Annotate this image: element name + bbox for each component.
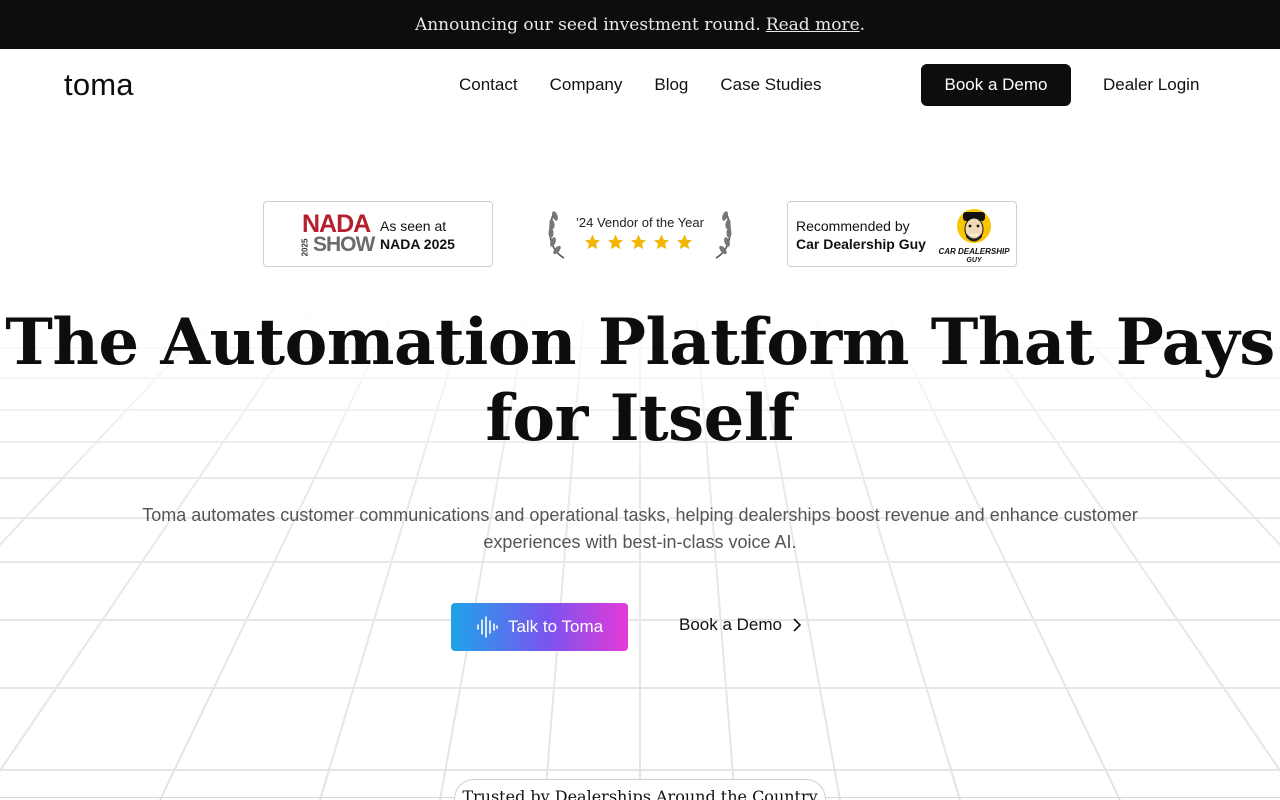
dealer-login-link[interactable]: Dealer Login <box>1103 75 1199 95</box>
cdg-badge-line1: Recommended by <box>796 218 910 234</box>
toma-logo[interactable]: toma <box>64 67 134 103</box>
cdg-badge-line2: Car Dealership Guy <box>796 236 926 252</box>
laurel-left-icon <box>548 211 565 259</box>
star-icon <box>585 234 600 250</box>
star-rating <box>583 233 694 251</box>
hero-subtitle-line1: Toma automates customer communications a… <box>142 505 1138 525</box>
voice-waveform-icon <box>477 616 498 638</box>
announcement-suffix: . <box>859 14 866 35</box>
nada-badge-text: As seen at NADA 2025 <box>380 217 455 253</box>
nada-badge-line2: NADA 2025 <box>380 236 455 252</box>
book-demo-button[interactable]: Book a Demo <box>921 64 1071 106</box>
top-nav: toma Contact Company Blog Case Studies B… <box>0 49 1280 121</box>
hero-book-demo-button[interactable]: Book a Demo <box>679 615 802 635</box>
talk-to-toma-label: Talk to Toma <box>507 617 604 636</box>
nav-link-blog[interactable]: Blog <box>654 75 688 95</box>
announcement-text: Announcing our seed investment round. <box>414 14 761 35</box>
car-dealership-guy-badge: Recommended by Car Dealership Guy CAR DE… <box>787 201 1017 267</box>
vendor-award-title: ’24 Vendor of the Year <box>576 215 704 230</box>
nav-link-case-studies[interactable]: Case Studies <box>720 75 821 95</box>
hero-subtitle-line2: experiences with best-in-class voice AI. <box>483 532 797 552</box>
star-icon <box>654 234 669 250</box>
read-more-link[interactable]: Read more <box>766 15 860 35</box>
talk-to-toma-button[interactable]: Talk to Toma <box>451 603 628 651</box>
nav-links: Contact Company Blog Case Studies <box>459 75 822 95</box>
hero-book-demo-label: Book a Demo <box>679 615 782 634</box>
chevron-right-icon <box>793 618 802 632</box>
hero-title-line2: for Itself <box>485 381 795 456</box>
cdg-badge-text: Recommended by Car Dealership Guy <box>796 217 926 253</box>
nada-badge-line1: As seen at <box>380 218 447 234</box>
nada-show-logo: NADA SHOW 2025 <box>300 210 375 257</box>
svg-text:CAR DEALERSHIP: CAR DEALERSHIP <box>938 247 1010 256</box>
star-icon <box>677 234 692 250</box>
laurel-right-icon <box>715 211 732 259</box>
nav-link-contact[interactable]: Contact <box>459 75 518 95</box>
announcement-bar: Announcing our seed investment round. Re… <box>0 0 1280 49</box>
vendor-of-year-award: ’24 Vendor of the Year <box>546 206 734 262</box>
star-icon <box>631 234 646 250</box>
trusted-by-pill: Trusted by Dealerships Around the Countr… <box>454 779 826 800</box>
car-dealership-guy-logo: CAR DEALERSHIP GUY <box>938 209 1010 264</box>
svg-text:GUY: GUY <box>966 257 983 264</box>
hero-title: The Automation Platform That Pays for It… <box>0 305 1280 457</box>
star-icon <box>608 234 623 250</box>
nav-link-company[interactable]: Company <box>550 75 623 95</box>
nada-show-badge: NADA SHOW 2025 As seen at NADA 2025 <box>263 201 493 267</box>
hero-subtitle: Toma automates customer communications a… <box>100 502 1180 556</box>
hero-title-line1: The Automation Platform That Pays <box>5 305 1275 380</box>
